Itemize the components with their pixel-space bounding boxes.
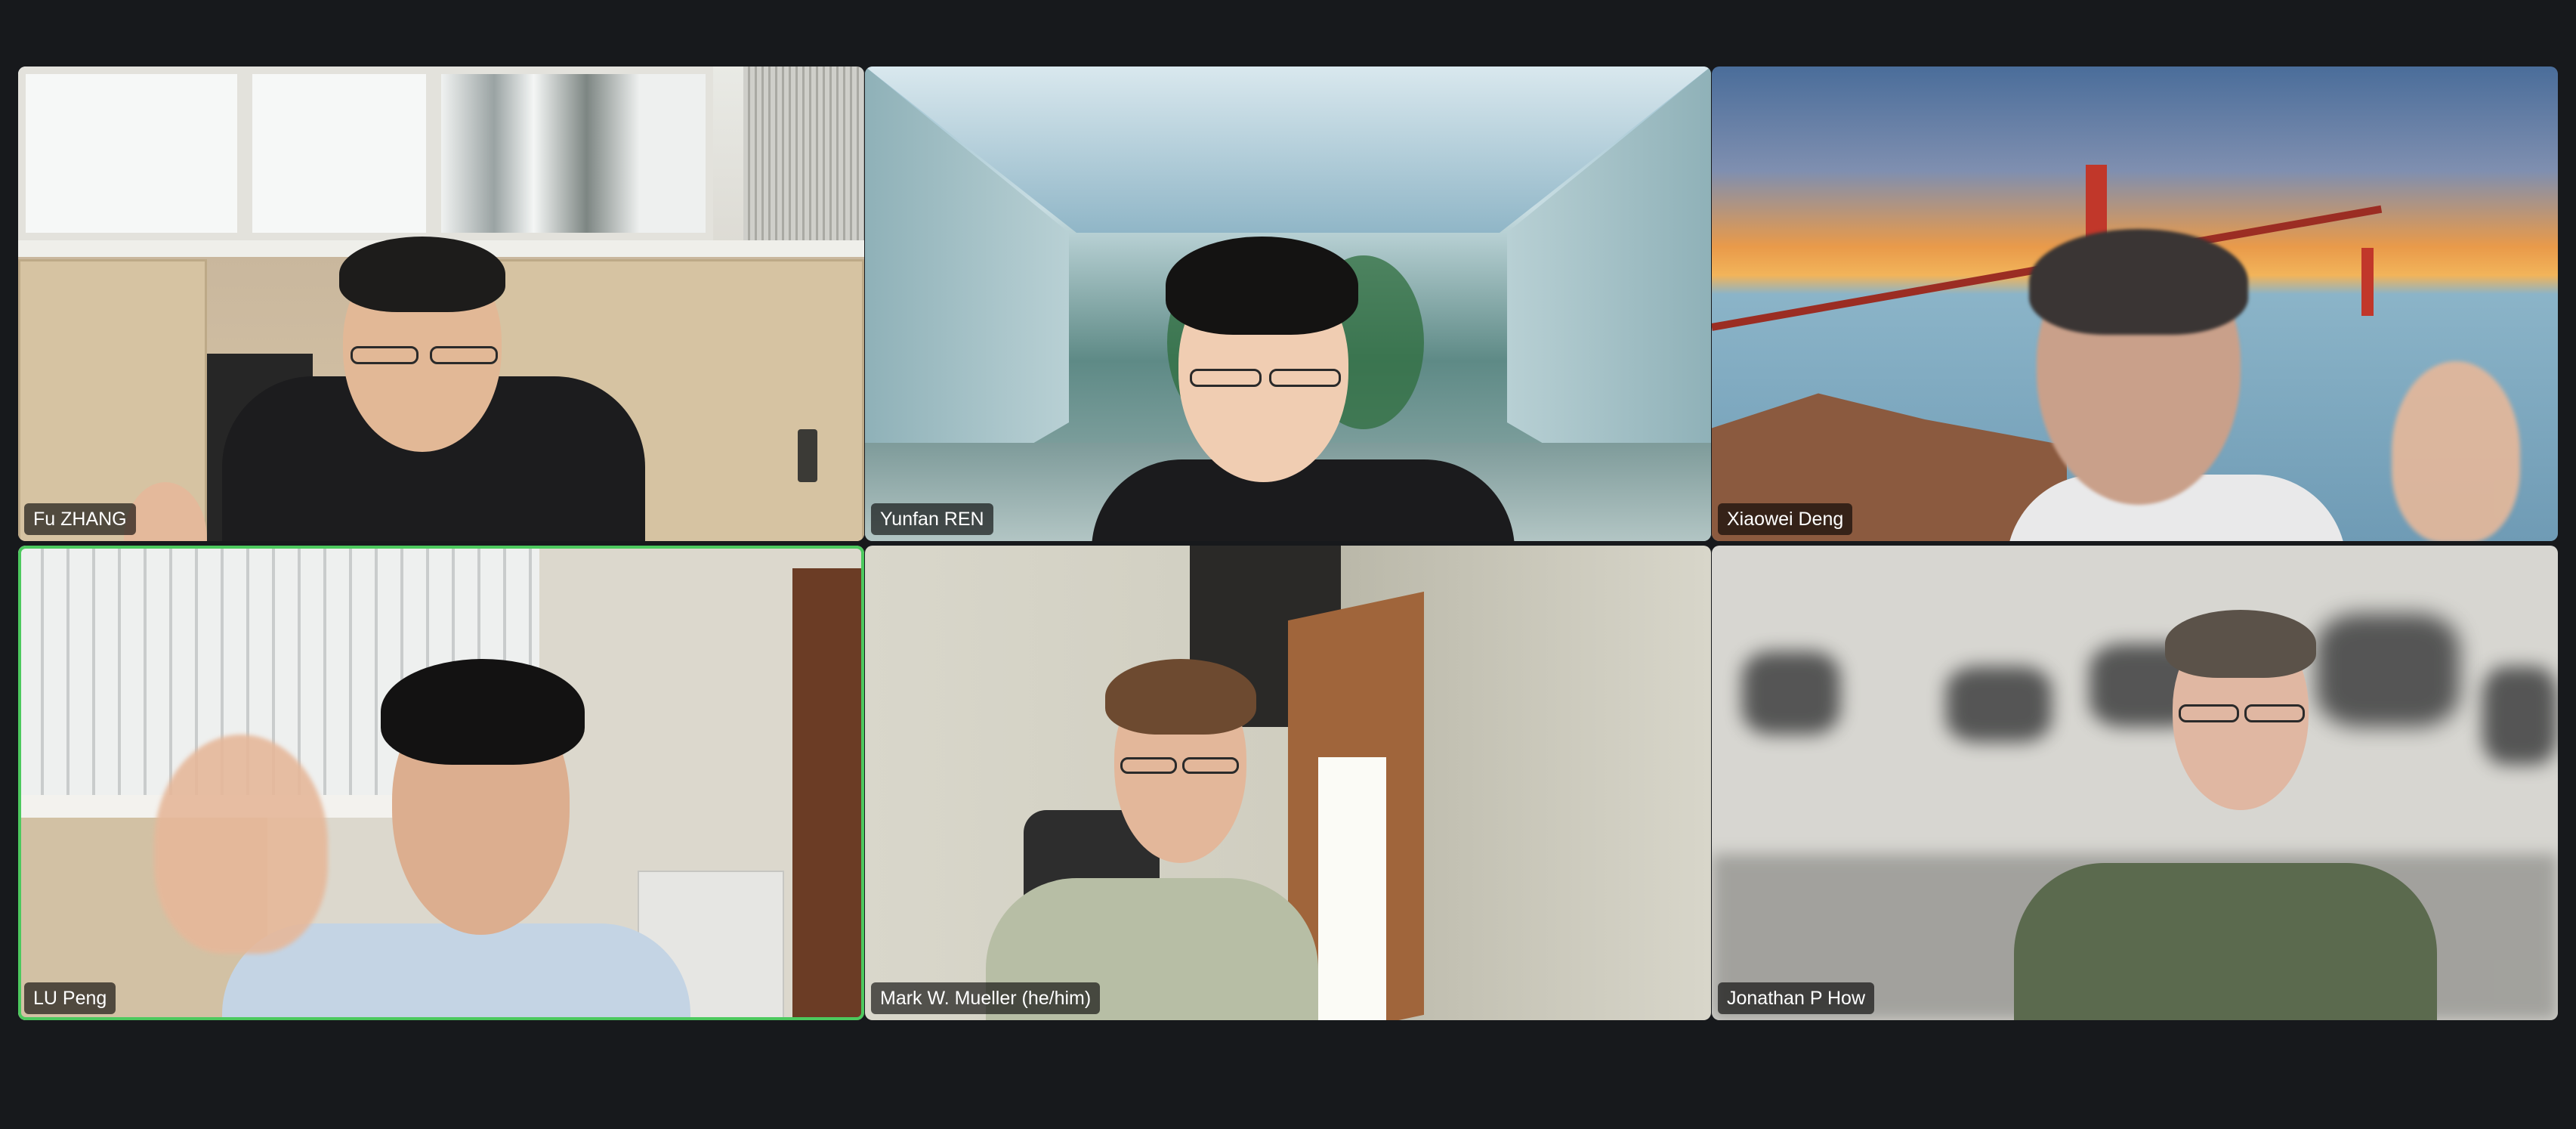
video-meeting-window: Fu ZHANG Yunfan REN Xiaowei Deng LU Peng… bbox=[0, 0, 2576, 1129]
video-feed bbox=[1712, 67, 2558, 541]
participant-tile-xiaowei-deng[interactable]: Xiaowei Deng bbox=[1712, 67, 2558, 541]
participant-tile-mark-w-mueller[interactable]: Mark W. Mueller (he/him) bbox=[865, 546, 1711, 1020]
participant-name-label: Yunfan REN bbox=[871, 503, 993, 535]
participant-name-label: Mark W. Mueller (he/him) bbox=[871, 982, 1101, 1014]
video-feed bbox=[865, 546, 1711, 1020]
participant-tile-yunfan-ren[interactable]: Yunfan REN bbox=[865, 67, 1711, 541]
participant-tile-jonathan-p-how[interactable]: Jonathan P How bbox=[1712, 546, 2558, 1020]
gallery-view: Fu ZHANG Yunfan REN Xiaowei Deng LU Peng… bbox=[18, 67, 2558, 1020]
video-feed bbox=[18, 67, 864, 541]
participant-name-label: Fu ZHANG bbox=[24, 503, 136, 535]
video-feed bbox=[865, 67, 1711, 541]
participant-tile-fu-zhang[interactable]: Fu ZHANG bbox=[18, 67, 864, 541]
participant-tile-lu-peng[interactable]: LU Peng bbox=[18, 546, 864, 1020]
participant-name-label: LU Peng bbox=[24, 982, 116, 1014]
video-feed bbox=[1712, 546, 2558, 1020]
video-feed bbox=[18, 546, 864, 1020]
participant-name-label: Jonathan P How bbox=[1718, 982, 1874, 1014]
participant-name-label: Xiaowei Deng bbox=[1718, 503, 1853, 535]
